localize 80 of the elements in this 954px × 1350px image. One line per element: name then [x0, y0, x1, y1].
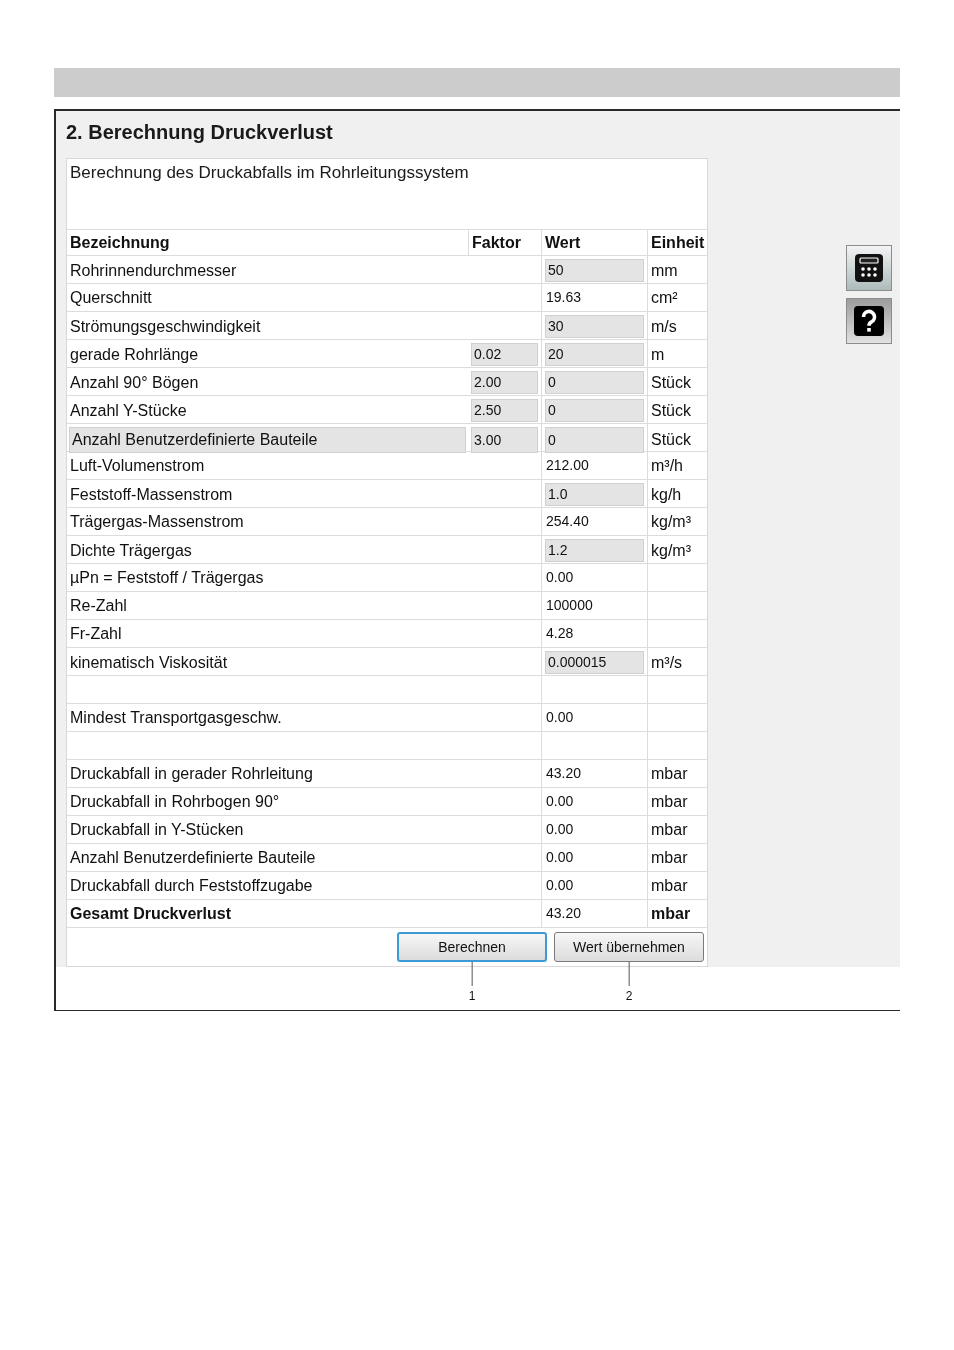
parameter-label: Feststoff-Massenstrom [69, 484, 233, 505]
unit-text: kg/h [650, 484, 682, 505]
value-text: 43.20 [545, 904, 582, 923]
parameter-label: Mindest Transportgasgeschw. [69, 707, 282, 728]
unit-text: Stück [650, 430, 691, 450]
value-field[interactable]: 0 [545, 427, 644, 453]
help-button[interactable] [846, 298, 892, 344]
unit-text: mbar [650, 763, 688, 784]
unit-text: mbar [650, 791, 688, 812]
unit-text: m/s [650, 316, 677, 337]
parameter-label: Druckabfall in Rohrbogen 90° [69, 791, 280, 812]
total-label: Gesamt Druckverlust [69, 903, 231, 924]
callout-number: 1 [468, 989, 476, 1003]
value-text: 4.28 [545, 624, 574, 643]
unit-text: m³/h [650, 455, 683, 476]
unit-text: mbar [650, 847, 688, 868]
column-header: Wert [541, 230, 647, 255]
unit-text: mbar [650, 875, 688, 896]
parameter-label: Anzahl Y-Stücke [69, 400, 188, 421]
value-text: 0.00 [545, 876, 574, 895]
value-text: 43.20 [545, 764, 582, 783]
value-text: 0.00 [545, 708, 574, 727]
value-field[interactable]: 1.2 [545, 539, 644, 562]
unit-text: Stück [650, 400, 691, 421]
unit-text: kg/m³ [650, 511, 691, 532]
value-text: 0.00 [545, 820, 574, 839]
description-text: Berechnung des Druckabfalls im Rohrleitungssystem [70, 163, 469, 182]
parameter-label: Druckabfall durch Feststoffzugabe [69, 875, 313, 896]
parameter-label: µPn = Feststoff / Trägergas [69, 567, 264, 588]
parameter-label: kinematisch Viskosität [69, 652, 228, 673]
parameter-label: Fr-Zahl [69, 623, 122, 644]
action-button[interactable]: Wert übernehmen [554, 932, 704, 962]
value-text: 254.40 [545, 512, 589, 531]
unit-text: kg/m³ [650, 540, 691, 561]
parameter-label: Rohrinnendurchmesser [69, 260, 237, 281]
value-text: 0.00 [545, 848, 574, 867]
value-text: 212.00 [545, 456, 589, 475]
unit-text: Stück [650, 372, 691, 393]
calculator-button[interactable] [846, 245, 892, 291]
parameter-label: Druckabfall in Y-Stücken [69, 819, 244, 840]
panel-title: 2. Berechnung Druckverlust [66, 120, 334, 144]
parameter-label: gerade Rohrlänge [69, 344, 200, 365]
parameter-label: Anzahl Benutzerdefinierte Bauteile [69, 847, 316, 868]
parameter-label: Querschnitt [69, 287, 152, 308]
value-field[interactable]: 1.0 [545, 483, 644, 506]
factor-field[interactable]: 0.02 [471, 343, 538, 366]
unit-text: cm² [650, 287, 678, 308]
factor-field[interactable]: 2.50 [471, 399, 538, 422]
help-icon [854, 306, 884, 336]
column-header: Bezeichnung [69, 232, 171, 253]
unit-text: m [650, 344, 665, 365]
value-field[interactable]: 0 [545, 399, 644, 422]
parameter-label: Dichte Trägergas [69, 540, 192, 561]
name-field[interactable]: Anzahl Benutzerdefinierte Bauteile [69, 427, 466, 453]
value-field[interactable]: 30 [545, 315, 644, 338]
action-button[interactable]: Berechnen [397, 932, 547, 962]
unit-text: mbar [650, 903, 691, 924]
column-header: Faktor [468, 230, 541, 255]
parameter-label: Re-Zahl [69, 595, 127, 616]
value-field[interactable]: 20 [545, 343, 644, 366]
column-header: Einheit [647, 230, 707, 255]
value-field[interactable]: 0.000015 [545, 651, 644, 674]
unit-text: mm [650, 260, 678, 281]
value-text: 19.63 [545, 288, 582, 307]
value-field[interactable]: 0 [545, 371, 644, 394]
callout-number: 2 [625, 989, 633, 1003]
parameter-label: Trägergas-Massenstrom [69, 511, 244, 532]
value-text: 0.00 [545, 792, 574, 811]
calculator-icon [855, 254, 883, 282]
factor-field[interactable]: 2.00 [471, 371, 538, 394]
parameter-label: Strömungsgeschwindigkeit [69, 316, 261, 337]
unit-text: mbar [650, 819, 688, 840]
value-text: 0.00 [545, 568, 574, 587]
parameter-label: Luft-Volumenstrom [69, 455, 205, 476]
value-field[interactable]: 50 [545, 259, 644, 282]
factor-field[interactable]: 3.00 [471, 427, 538, 453]
unit-text: m³/s [650, 652, 683, 673]
parameter-label: Anzahl 90° Bögen [69, 372, 200, 393]
value-text: 100000 [545, 596, 593, 615]
parameter-label: Druckabfall in gerader Rohrleitung [69, 763, 313, 784]
